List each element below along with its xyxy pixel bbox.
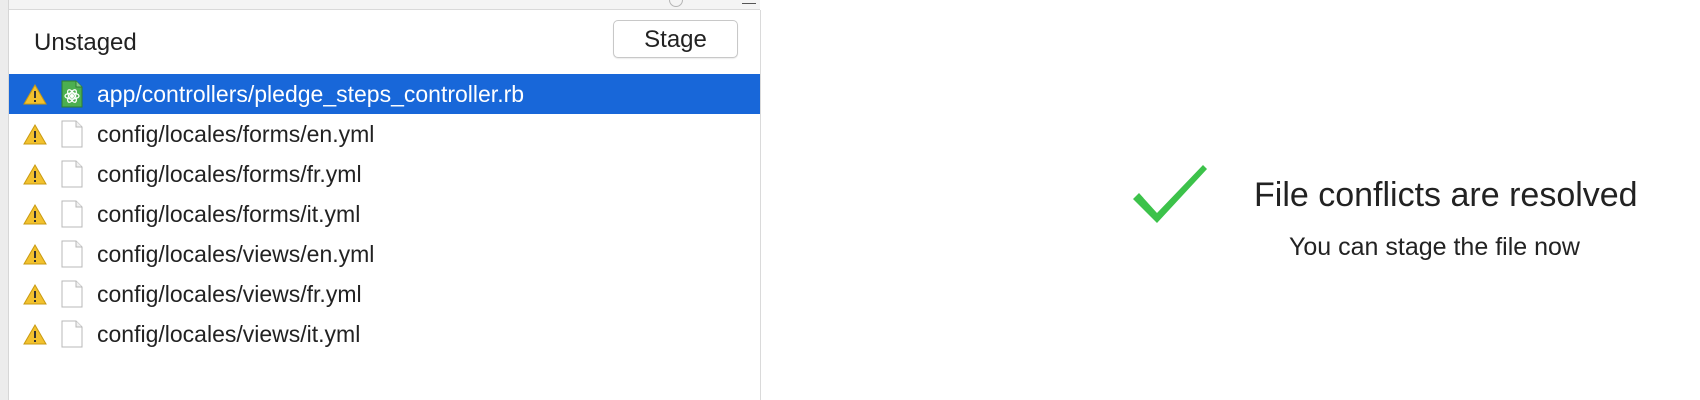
file-icon (61, 160, 83, 188)
window-left-edge (0, 0, 9, 400)
file-icon (61, 120, 83, 148)
file-path: config/locales/views/fr.yml (97, 281, 362, 307)
file-row[interactable]: app/controllers/pledge_steps_controller.… (9, 74, 760, 114)
file-icon (61, 320, 83, 348)
file-path: app/controllers/pledge_steps_controller.… (97, 81, 525, 107)
message-title: File conflicts are resolved (1254, 176, 1638, 214)
file-row[interactable]: config/locales/forms/it.yml (9, 194, 760, 234)
unstaged-panel-header: Unstaged Stage (9, 10, 760, 74)
conflict-resolved-message: File conflicts are resolved You can stag… (761, 0, 1700, 400)
file-path: config/locales/forms/en.yml (97, 121, 375, 147)
git-staging-window: Unstaged Stage app/controllers/pledge_st… (0, 0, 1700, 400)
warning-icon (23, 324, 47, 345)
file-row[interactable]: config/locales/views/en.yml (9, 234, 760, 274)
warning-icon (23, 124, 47, 145)
file-icon (61, 200, 83, 228)
message-subtitle: You can stage the file now (1289, 233, 1580, 261)
file-path: config/locales/forms/fr.yml (97, 161, 362, 187)
ruby-file-icon (61, 80, 83, 108)
stage-button[interactable]: Stage (613, 20, 738, 58)
warning-icon (23, 164, 47, 185)
file-icon (61, 280, 83, 308)
file-path: config/locales/views/en.yml (97, 241, 375, 267)
toolbar-circle-icon[interactable] (669, 0, 683, 7)
warning-icon (23, 84, 47, 105)
file-icon (61, 240, 83, 268)
toolbar-strip (9, 0, 760, 10)
warning-icon (23, 284, 47, 305)
file-row[interactable]: config/locales/forms/en.yml (9, 114, 760, 154)
file-path: config/locales/forms/it.yml (97, 201, 361, 227)
warning-icon (23, 244, 47, 265)
file-row[interactable]: config/locales/forms/fr.yml (9, 154, 760, 194)
file-row[interactable]: config/locales/views/fr.yml (9, 274, 760, 314)
checkmark-icon (1133, 165, 1207, 223)
toolbar-minimize-icon[interactable] (742, 0, 756, 4)
unstaged-title: Unstaged (34, 29, 137, 56)
unstaged-file-list: app/controllers/pledge_steps_controller.… (9, 74, 760, 354)
unstaged-panel: Unstaged Stage app/controllers/pledge_st… (9, 10, 761, 400)
file-path: config/locales/views/it.yml (97, 321, 361, 347)
warning-icon (23, 204, 47, 225)
file-row[interactable]: config/locales/views/it.yml (9, 314, 760, 354)
